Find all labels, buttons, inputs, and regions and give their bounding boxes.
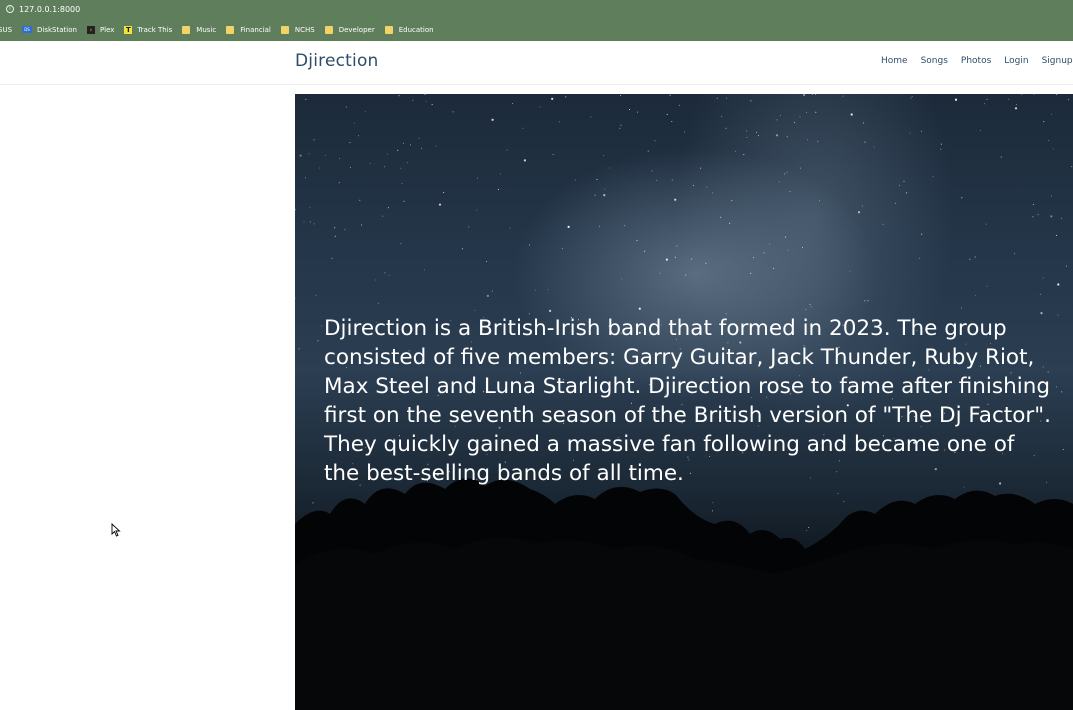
bookmark-financial[interactable]: Financial (226, 25, 271, 34)
diskstation-icon: DS (22, 26, 33, 33)
nav-photos[interactable]: Photos (961, 56, 991, 66)
folder-icon (226, 25, 235, 34)
bookmark-label: Financial (240, 25, 271, 34)
bookmark-track-this[interactable]: T Track This (124, 25, 173, 34)
hero-section: Djirection is a British-Irish band that … (295, 94, 1073, 710)
bookmark-nchs[interactable]: NCHS (280, 25, 315, 34)
plex-icon: › (86, 25, 95, 34)
bookmark-plex[interactable]: › Plex (86, 25, 115, 34)
bookmark-label: Track This (137, 25, 173, 34)
bookmark-label: NCHS (294, 25, 315, 34)
address-bar[interactable]: i 127.0.0.1:8000 (0, 0, 1073, 18)
band-description: Djirection is a British-Irish band that … (324, 316, 1051, 486)
folder-icon (280, 25, 289, 34)
folder-icon (324, 25, 333, 34)
bookmark-diskstation[interactable]: DS DiskStation (22, 26, 77, 34)
bookmark-education[interactable]: Education (384, 25, 434, 34)
main-nav: Home Songs Photos Login Signup (881, 56, 1073, 66)
brand-logo-link[interactable]: Djirection (295, 51, 379, 71)
nav-signup[interactable]: Signup (1042, 56, 1073, 66)
folder-icon (182, 25, 191, 34)
bookmark-label: Education (398, 25, 434, 34)
nav-songs[interactable]: Songs (921, 56, 948, 66)
bookmark-developer[interactable]: Developer (324, 25, 375, 34)
bookmark-label: Developer (338, 25, 375, 34)
bookmark-music[interactable]: Music (182, 25, 217, 34)
track-this-icon: T (124, 25, 133, 34)
bookmark-label: DiskStation (37, 25, 77, 34)
bookmarks-bar: SUS DS DiskStation › Plex T Track This M… (0, 18, 1073, 41)
url-text[interactable]: 127.0.0.1:8000 (19, 5, 80, 14)
bookmark-label: Plex (99, 25, 115, 34)
bookmark-sus[interactable]: SUS (0, 26, 12, 34)
bookmark-label: SUS (0, 25, 13, 34)
mouse-cursor-icon (111, 523, 121, 537)
site-info-icon[interactable]: i (6, 5, 14, 13)
site-header: Djirection Home Songs Photos Login Signu… (0, 41, 1073, 85)
folder-icon (384, 25, 393, 34)
nav-home[interactable]: Home (881, 56, 908, 66)
bookmark-label: Music (196, 25, 217, 34)
nav-login[interactable]: Login (1004, 56, 1028, 66)
